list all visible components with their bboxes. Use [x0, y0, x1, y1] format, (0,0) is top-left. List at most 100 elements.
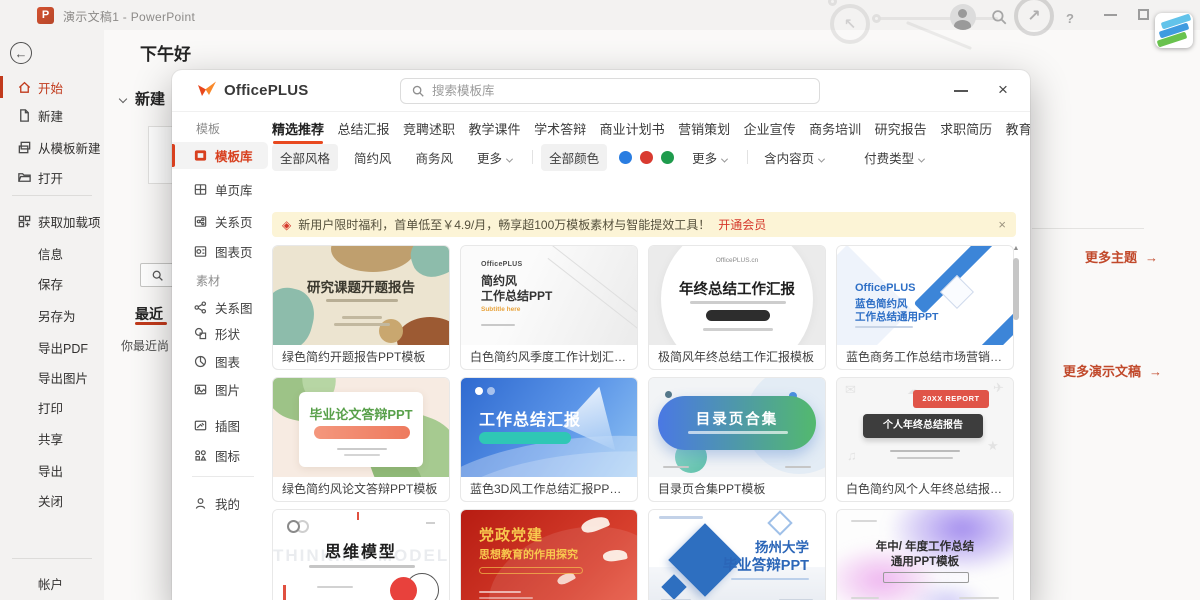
sidebar-item-save[interactable]: 保存	[0, 270, 104, 296]
tab-academic-defense[interactable]: 学术答辩	[534, 119, 586, 138]
tab-marketing[interactable]: 营销策划	[678, 119, 730, 138]
tab-featured[interactable]: 精选推荐	[272, 119, 324, 138]
nav-item-label: 关系页	[215, 212, 253, 231]
tab-corporate[interactable]: 企业宣传	[744, 119, 796, 138]
chevron-down-icon	[918, 155, 925, 162]
more-label: 更多	[477, 152, 502, 166]
template-card[interactable]: 年中/ 年度工作总结 通用PPT模板 紫色炫酷渐变年度工作总结	[836, 509, 1014, 600]
sidebar-item-label: 帐户	[38, 574, 63, 593]
sidebar-item-label: 开始	[38, 78, 63, 97]
new-section-header[interactable]: 新建	[120, 88, 165, 109]
minimize-icon[interactable]	[1104, 14, 1117, 16]
dialog-header: OfficePLUS ×	[172, 70, 1030, 112]
sidebar-divider	[12, 558, 92, 559]
template-search-input[interactable]	[432, 84, 792, 98]
banner-close-icon[interactable]: ×	[998, 217, 1006, 232]
dialog-close-button[interactable]: ×	[998, 78, 1008, 102]
filter-content-page[interactable]: 含内容页	[756, 144, 832, 171]
sidebar-item-addins[interactable]: 获取加载项	[0, 208, 104, 234]
filter-style-all[interactable]: 全部风格	[272, 144, 338, 171]
template-card[interactable]: OfficePLUS 简约风 工作总结PPT Subtitle here 白色简…	[460, 245, 638, 370]
open-membership-link[interactable]: 开通会员	[718, 216, 766, 233]
pattern-icon: ✉	[845, 382, 856, 398]
filter-style-business[interactable]: 商务风	[408, 144, 462, 171]
dialog-scrollbar[interactable]: ▲ ▼	[1012, 245, 1020, 600]
nav-item-template-library[interactable]: 模板库	[172, 142, 268, 169]
sidebar-item-new-from-template[interactable]: 从模板新建	[0, 134, 104, 160]
sidebar-item-print[interactable]: 打印	[0, 394, 104, 420]
nav-item-label: 图标	[215, 446, 240, 465]
scrollbar-thumb[interactable]	[1013, 258, 1019, 320]
sidebar-item-new[interactable]: 新建	[0, 102, 104, 128]
more-presentations-link[interactable]: 更多演示文稿→	[1063, 361, 1162, 380]
template-card[interactable]: 研究课题开题报告 绿色简约开题报告PPT模板	[272, 245, 450, 370]
filter-color-more[interactable]: 更多	[684, 144, 735, 171]
template-card[interactable]: 扬州大学 毕业答辩PPT 蓝色简约现代扬州大学毕业答辩PPT模板	[648, 509, 826, 600]
dialog-minimize-button[interactable]	[954, 90, 968, 92]
sidebar-item-share[interactable]: 共享	[0, 425, 104, 451]
template-card[interactable]: OfficePLUS.cn 年终总结工作汇报 极简风年终总结工作汇报模板	[648, 245, 826, 370]
tab-teaching[interactable]: 教学课件	[469, 119, 521, 138]
decor-bar	[690, 301, 786, 304]
nav-item-pictures[interactable]: 图片	[172, 376, 268, 403]
tab-business-plan[interactable]: 商业计划书	[600, 119, 665, 138]
sidebar-item-home[interactable]: 开始	[0, 74, 104, 100]
template-search-box[interactable]	[400, 78, 820, 104]
template-thumbnail: OfficePLUS 简约风 工作总结PPT Subtitle here	[461, 246, 637, 345]
filter-style-more[interactable]: 更多	[469, 144, 520, 171]
template-card[interactable]: ✉ ★ ♫ ☁ ✈ 20XX REPORT 个人年终总结报告 白色简约风个人年终…	[836, 377, 1014, 502]
nav-item-illustrations[interactable]: 插图	[172, 412, 268, 439]
color-dot-green[interactable]	[661, 151, 674, 164]
sidebar-item-close[interactable]: 关闭	[0, 487, 104, 513]
help-icon: ?	[1066, 11, 1074, 26]
filter-color-all[interactable]: 全部颜色	[541, 144, 607, 171]
color-dot-red[interactable]	[640, 151, 653, 164]
nav-item-icons[interactable]: 图标	[172, 442, 268, 469]
template-card[interactable]: 工作总结汇报 蓝色3D风工作总结汇报PPT模板	[460, 377, 638, 502]
nav-item-charts[interactable]: 图表	[172, 348, 268, 375]
color-dot-blue[interactable]	[619, 151, 632, 164]
sidebar-item-label: 新建	[38, 106, 63, 125]
sidebar-item-export[interactable]: 导出	[0, 457, 104, 483]
tab-business-training[interactable]: 商务培训	[809, 119, 861, 138]
open-folder-icon	[17, 170, 32, 185]
template-card[interactable]: OfficePLUS 蓝色简约风 工作总结通用PPT 蓝色商务工作总结市场营销P…	[836, 245, 1014, 370]
thumb-subtitle: Subtitle here	[481, 306, 520, 313]
tab-research-report[interactable]: 研究报告	[875, 119, 927, 138]
decor-bar	[344, 454, 380, 456]
template-card[interactable]: 毕业论文答辩PPT 绿色简约风论文答辩PPT模板	[272, 377, 450, 502]
scroll-up-icon[interactable]: ▲	[1012, 245, 1020, 252]
sidebar-item-account[interactable]: 帐户	[0, 570, 104, 596]
more-themes-link[interactable]: 更多主题→	[1085, 247, 1158, 266]
nav-item-mine[interactable]: 我的	[172, 490, 268, 517]
sidebar-item-info[interactable]: 信息	[0, 240, 104, 266]
decor-bar	[731, 578, 809, 580]
maximize-icon[interactable]	[1138, 9, 1149, 20]
nav-item-relation-diagram[interactable]: 关系图	[172, 294, 268, 321]
back-button[interactable]: ←	[10, 42, 32, 64]
filter-style-simple[interactable]: 简约风	[346, 144, 400, 171]
sidebar-item-save-as[interactable]: 另存为	[0, 302, 104, 328]
template-icon	[17, 140, 32, 155]
chevron-down-icon	[818, 155, 825, 162]
tab-recent[interactable]: 最近	[135, 304, 163, 324]
thumb-title: 年中/ 年度工作总结	[837, 538, 1013, 554]
tab-education[interactable]: 教育活动	[1006, 119, 1030, 138]
tab-resume[interactable]: 求职简历	[940, 119, 992, 138]
nav-item-shapes[interactable]: 形状	[172, 320, 268, 347]
template-card[interactable]: 党政党建 思想教育的作用探究 红色党政风党政党建思想教育PPT模板	[460, 509, 638, 600]
template-card[interactable]: THINKING MODEL 思维模型 思维模型合集PPT模板	[272, 509, 450, 600]
thumb-title: 个人年终总结报告	[863, 414, 983, 438]
template-card[interactable]: 目录页合集 目录页合集PPT模板	[648, 377, 826, 502]
sidebar-item-export-pdf[interactable]: 导出PDF	[0, 334, 104, 360]
sidebar-item-export-image[interactable]: 导出图片	[0, 364, 104, 390]
tab-summary-report[interactable]: 总结汇报	[338, 119, 390, 138]
tab-competition[interactable]: 竞聘述职	[403, 119, 455, 138]
sidebar-item-open[interactable]: 打开	[0, 164, 104, 190]
filter-pay-type[interactable]: 付费类型	[856, 144, 932, 171]
pattern-icon: ✈	[993, 380, 1004, 396]
nav-item-relation-page[interactable]: 关系页	[172, 208, 268, 235]
thumb-brand: OfficePLUS	[481, 261, 523, 268]
nav-item-chart-page[interactable]: 图表页	[172, 238, 268, 265]
nav-item-single-page-library[interactable]: 单页库	[172, 176, 268, 203]
